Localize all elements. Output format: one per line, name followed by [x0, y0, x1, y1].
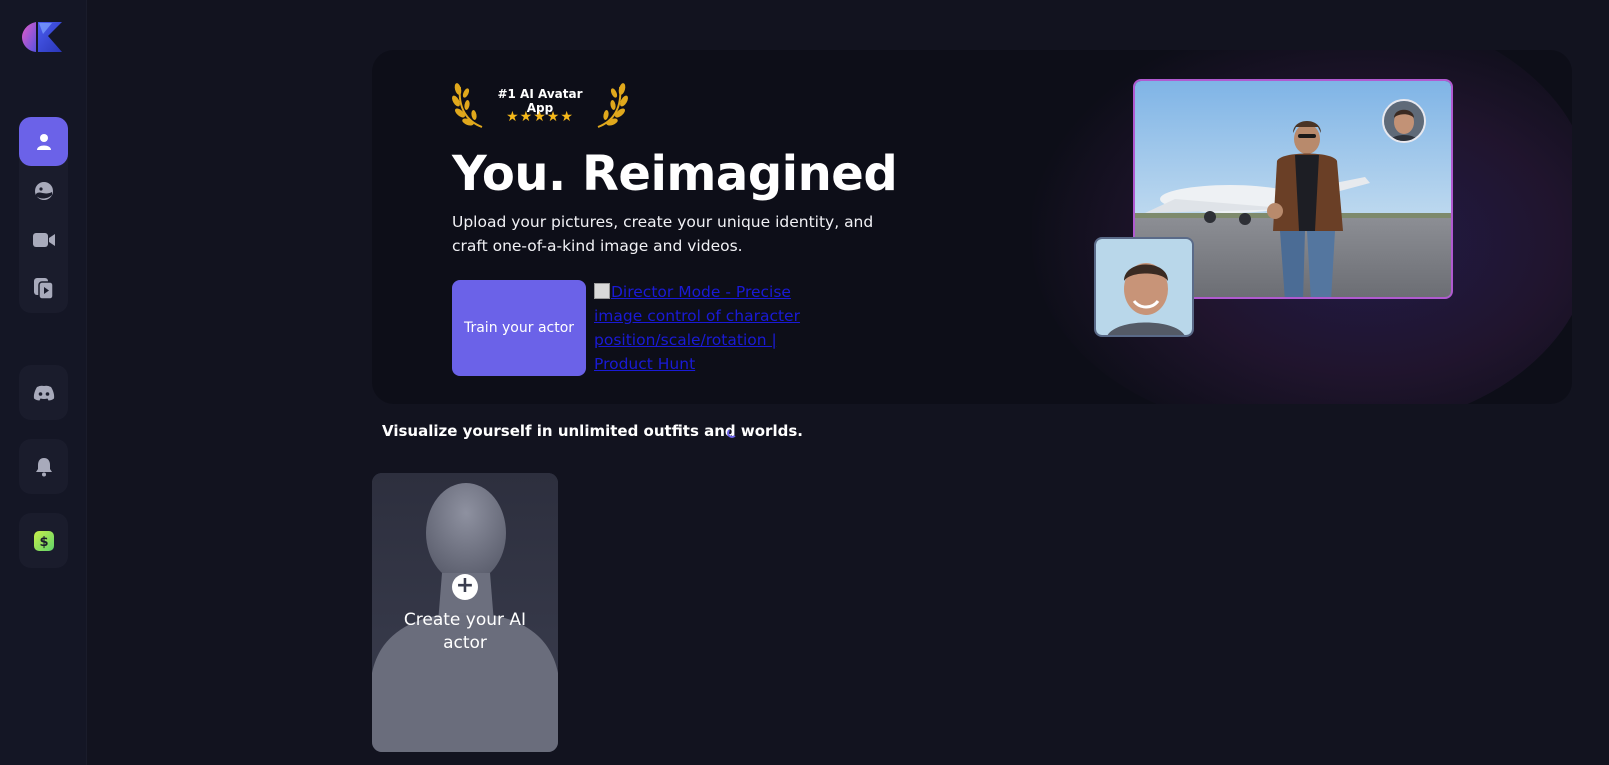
section-title: Visualize yourself in unlimited outfits … [382, 422, 803, 440]
hero-title: You. Reimagined [452, 146, 898, 202]
reference-photo-illustration [1096, 239, 1192, 335]
discord-icon [33, 385, 54, 400]
rating-stars: ★★★★★ [506, 109, 574, 125]
broken-image-icon [594, 283, 610, 299]
loading-spinner-icon [727, 428, 737, 438]
notifications-group [19, 439, 68, 494]
nav-images[interactable] [19, 166, 68, 215]
laurel-left-icon [452, 83, 483, 128]
app-logo[interactable] [22, 20, 64, 54]
main-nav [19, 117, 68, 313]
billing-button[interactable]: $ [19, 513, 68, 568]
product-hunt-link[interactable]: Director Mode - Precise image control of… [594, 280, 834, 376]
create-actor-label: Create your AI actor [403, 610, 527, 653]
train-actor-button[interactable]: Train your actor [452, 280, 586, 376]
nav-video-library[interactable] [19, 264, 68, 313]
svg-text:$: $ [39, 535, 48, 550]
create-actor-card[interactable]: + Create your AI actor [372, 473, 558, 752]
video-stack-icon [33, 277, 54, 300]
laurel-right-icon [597, 83, 628, 128]
nav-actors[interactable] [19, 117, 68, 166]
sidebar: $ [0, 0, 87, 765]
billing-group: $ [19, 513, 68, 568]
add-icon: + [452, 574, 478, 600]
video-camera-icon [32, 232, 55, 247]
hero-banner: #1 AI Avatar App ★★★★★ You. Reimagined U… [372, 50, 1572, 404]
notifications-button[interactable] [19, 439, 68, 494]
hero-description: Upload your pictures, create your unique… [452, 213, 874, 255]
nav-videos[interactable] [19, 215, 68, 264]
reference-photo-thumbnail [1094, 237, 1194, 337]
award-badge: #1 AI Avatar App ★★★★★ [452, 77, 628, 129]
avatar [1382, 99, 1426, 143]
face-image-icon [34, 181, 53, 200]
bell-icon [35, 457, 52, 476]
user-icon [36, 133, 51, 150]
discord-button[interactable] [19, 365, 68, 420]
dollar-icon: $ [33, 530, 54, 551]
avatar-illustration [1384, 101, 1424, 141]
product-hunt-alt-text: Director Mode - Precise image control of… [594, 283, 800, 373]
discord-group [19, 365, 68, 420]
